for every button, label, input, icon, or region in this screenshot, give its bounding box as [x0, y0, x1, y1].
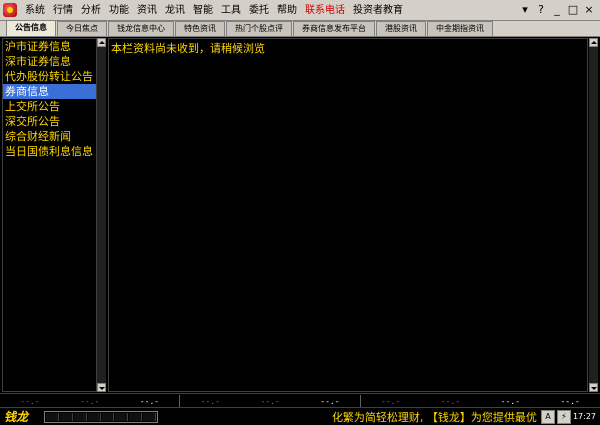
- tab-featured-info[interactable]: 特色资讯: [175, 21, 225, 36]
- menu-item-functions[interactable]: 功能: [105, 0, 133, 21]
- tab-bar: 公告信息 今日焦点 钱龙信息中心 特色资讯 热门个股点评 券商信息发布平台 港股…: [0, 20, 600, 37]
- tab-hot-stock-review[interactable]: 热门个股点评: [226, 21, 292, 36]
- menu-item-analysis[interactable]: 分析: [77, 0, 105, 21]
- index-quote-bar: --.- --.- --.- --.- --.- --.- --.- --.- …: [0, 393, 600, 408]
- close-icon[interactable]: ×: [582, 3, 596, 17]
- connection-progress: [44, 410, 158, 423]
- content-pane: 本栏资料尚未收到，请稍候浏览: [108, 38, 588, 392]
- progress-cell: [87, 412, 101, 421]
- quote-value: --.-: [381, 396, 401, 406]
- progress-cell: [59, 412, 73, 421]
- list-item-bond-interest[interactable]: 当日国债利息信息: [3, 144, 96, 159]
- quote-value: --.-: [440, 396, 461, 406]
- quote-value: --.-: [139, 396, 160, 406]
- tab-qianlong-info-center[interactable]: 钱龙信息中心: [108, 21, 174, 36]
- list-item-broker-info[interactable]: 券商信息: [3, 84, 96, 99]
- content-message: 本栏资料尚未收到，请稍候浏览: [111, 42, 265, 55]
- menu-item-info[interactable]: 资讯: [133, 0, 161, 21]
- app-logo-icon[interactable]: [3, 3, 17, 17]
- sidebar-scrollbar[interactable]: [97, 38, 107, 392]
- menu-item-investor-education[interactable]: 投资者教育: [349, 0, 407, 21]
- scroll-track[interactable]: [589, 47, 598, 383]
- tab-cicc-futures-info[interactable]: 中金期指资讯: [427, 21, 493, 36]
- progress-cell: [101, 412, 115, 421]
- network-icon[interactable]: ⚡: [556, 409, 571, 424]
- brand-logo: 钱龙: [4, 410, 29, 424]
- quote-value: --.-: [320, 396, 340, 406]
- scroll-up-icon[interactable]: [97, 38, 106, 47]
- minimize-icon[interactable]: _: [550, 3, 564, 17]
- window-controls: ▾ ? _ □ ×: [518, 3, 596, 17]
- progress-cell: [115, 412, 129, 421]
- quote-value: --.-: [260, 396, 280, 406]
- menu-item-trade[interactable]: 委托: [245, 0, 273, 21]
- font-toggle-button[interactable]: A: [540, 409, 555, 424]
- quote-value: --.-: [560, 396, 580, 406]
- scroll-track[interactable]: [97, 47, 106, 383]
- clock: 17:27: [572, 412, 596, 421]
- list-item-sse-notice[interactable]: 上交所公告: [3, 99, 96, 114]
- quote-value: --.-: [200, 396, 220, 406]
- progress-cell: [73, 412, 87, 421]
- quote-value: --.-: [80, 396, 100, 406]
- tab-hk-stock-info[interactable]: 港股资讯: [376, 21, 426, 36]
- help-icon[interactable]: ?: [534, 3, 548, 17]
- menu-item-tools[interactable]: 工具: [217, 0, 245, 21]
- quote-value: --.-: [500, 396, 520, 406]
- news-ticker[interactable]: 化繁为简轻松理财, 【钱龙】为您提供最优: [162, 409, 541, 425]
- status-bar: 钱龙 化繁为简轻松理财, 【钱龙】为您提供最优 A ⚡ 17:27: [0, 407, 600, 425]
- menu-item-quotes[interactable]: 行情: [49, 0, 77, 21]
- progress-cell: [129, 412, 143, 421]
- list-item-share-transfer[interactable]: 代办股份转让公告: [3, 69, 96, 84]
- quote-value: --.-: [20, 396, 40, 406]
- list-item-szse-notice[interactable]: 深交所公告: [3, 114, 96, 129]
- menu-item-contact[interactable]: 联系电话: [301, 0, 349, 21]
- tab-today-focus[interactable]: 今日焦点: [57, 21, 107, 36]
- menu-item-help[interactable]: 帮助: [273, 0, 301, 21]
- category-list: 沪市证券信息 深市证券信息 代办股份转让公告 券商信息 上交所公告 深交所公告 …: [2, 38, 97, 392]
- tab-broker-platform[interactable]: 券商信息发布平台: [293, 21, 375, 36]
- scroll-up-icon[interactable]: [589, 38, 598, 47]
- menu-item-smart[interactable]: 智能: [189, 0, 217, 21]
- maximize-icon[interactable]: □: [566, 3, 580, 17]
- menu-item-system[interactable]: 系统: [21, 0, 49, 21]
- progress-cell: [143, 412, 156, 421]
- content-scrollbar[interactable]: [589, 38, 599, 392]
- menu-bar: 系统 行情 分析 功能 资讯 龙讯 智能 工具 委托 帮助 联系电话 投资者教育…: [0, 0, 600, 21]
- menu-item-longxun[interactable]: 龙讯: [161, 0, 189, 21]
- scroll-down-icon[interactable]: [589, 383, 598, 392]
- progress-cell: [46, 412, 59, 421]
- tab-announcements[interactable]: 公告信息: [6, 20, 56, 36]
- list-item-sh-securities[interactable]: 沪市证券信息: [3, 39, 96, 54]
- dropdown-icon[interactable]: ▾: [518, 3, 532, 17]
- list-item-sz-securities[interactable]: 深市证券信息: [3, 54, 96, 69]
- list-item-finance-news[interactable]: 综合财经新闻: [3, 129, 96, 144]
- scroll-down-icon[interactable]: [97, 383, 106, 392]
